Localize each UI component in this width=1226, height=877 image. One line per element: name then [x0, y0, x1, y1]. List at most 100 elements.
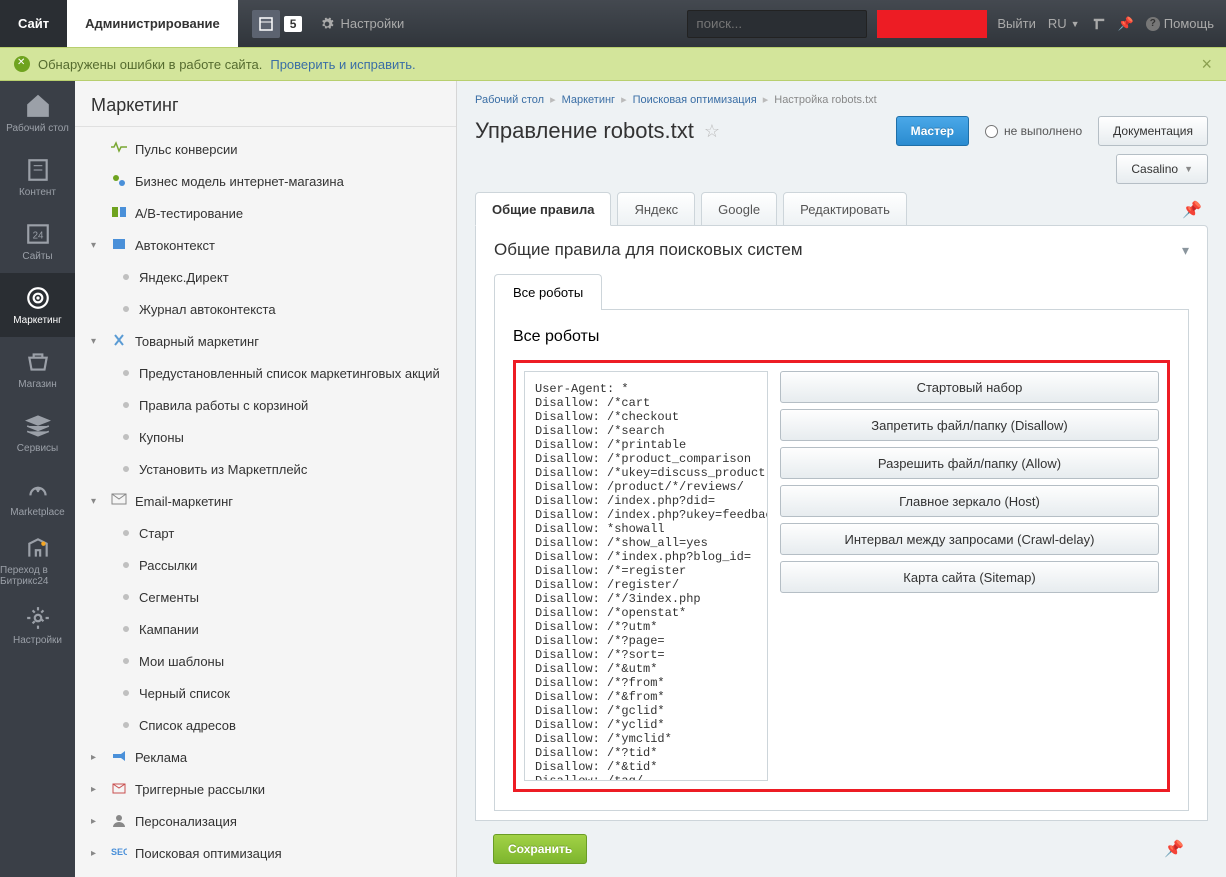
sidebar-tree: Пульс конверсииБизнес модель интернет-ма… [75, 127, 456, 875]
sidebar-item-19[interactable]: ▸Реклама [75, 741, 456, 773]
tab-0[interactable]: Общие правила [475, 192, 611, 226]
sidebar-item-13[interactable]: Рассылки [75, 549, 456, 581]
action-button-stack: Стартовый набор Запретить файл/папку (Dis… [780, 371, 1159, 781]
master-button[interactable]: Мастер [896, 116, 969, 146]
sidebar-item-11[interactable]: ▾Email-маркетинг [75, 485, 456, 517]
star-icon[interactable]: ☆ [704, 121, 720, 142]
breadcrumb-item-3: Настройка robots.txt [774, 94, 876, 106]
sidebar-item-15[interactable]: Кампании [75, 613, 456, 645]
iconbar-item-3[interactable]: Маркетинг [0, 273, 75, 337]
action-btn-4[interactable]: Интервал между запросами (Crawl-delay) [780, 523, 1159, 555]
iconbar-icon [25, 349, 51, 375]
action-btn-1[interactable]: Запретить файл/папку (Disallow) [780, 409, 1159, 441]
page-title: Управление robots.txt [475, 118, 694, 144]
settings-link[interactable]: Настройки [320, 16, 404, 31]
logout-link[interactable]: Выйти [997, 16, 1036, 31]
tab-1[interactable]: Яндекс [617, 192, 695, 226]
sidebar-item-0[interactable]: Пульс конверсии [75, 133, 456, 165]
alert-link[interactable]: Проверить и исправить. [270, 57, 415, 72]
iconbar-icon [25, 157, 51, 183]
documentation-button[interactable]: Документация [1098, 116, 1208, 146]
sidebar-item-20[interactable]: ▸Триггерные рассылки [75, 773, 456, 805]
red-indicator [877, 10, 987, 38]
sidebar-item-21[interactable]: ▸Персонализация [75, 805, 456, 837]
sidebar-item-10[interactable]: Установить из Маркетплейс [75, 453, 456, 485]
tab-2[interactable]: Google [701, 192, 777, 226]
notification-icon[interactable] [252, 10, 280, 38]
bottom-bar: Сохранить 📌 [475, 820, 1208, 877]
action-btn-5[interactable]: Карта сайта (Sitemap) [780, 561, 1159, 593]
highlight-box: Стартовый набор Запретить файл/папку (Dis… [513, 360, 1170, 792]
alert-text: Обнаружены ошибки в работе сайта. [38, 57, 262, 72]
sidebar-item-8[interactable]: Правила работы с корзиной [75, 389, 456, 421]
iconbar-item-2[interactable]: 24Сайты [0, 209, 75, 273]
sidebar-item-18[interactable]: Список адресов [75, 709, 456, 741]
sidebar-item-6[interactable]: ▾Товарный маркетинг [75, 325, 456, 357]
iconbar-icon [25, 93, 51, 119]
status-radio[interactable]: не выполнено [977, 124, 1090, 138]
notification-count: 5 [284, 16, 303, 32]
robots-textarea[interactable] [524, 371, 768, 781]
bookmark-icon[interactable] [1092, 17, 1106, 31]
alert-close[interactable]: × [1201, 54, 1212, 75]
action-btn-0[interactable]: Стартовый набор [780, 371, 1159, 403]
site-tab[interactable]: Сайт [0, 0, 67, 47]
iconbar-item-0[interactable]: Рабочий стол [0, 81, 75, 145]
sidebar-item-12[interactable]: Старт [75, 517, 456, 549]
collapse-icon[interactable]: ▾ [1182, 242, 1189, 259]
save-button[interactable]: Сохранить [493, 834, 587, 864]
section-title: Все роботы [513, 328, 1170, 346]
sidebar-item-4[interactable]: Яндекс.Директ [75, 261, 456, 293]
help-link[interactable]: ? Помощь [1146, 16, 1214, 31]
tree-icon [111, 173, 127, 189]
sidebar-item-9[interactable]: Купоны [75, 421, 456, 453]
pin-icon[interactable]: 📌 [1118, 16, 1134, 32]
sidebar-item-22[interactable]: ▸SEOПоисковая оптимизация [75, 837, 456, 869]
iconbar-icon [25, 477, 51, 503]
tree-icon [111, 205, 127, 221]
tab-row: Общие правилаЯндексGoogleРедактировать 📌 [475, 192, 1208, 226]
gear-icon [320, 17, 334, 31]
sidebar-item-17[interactable]: Черный список [75, 677, 456, 709]
tab-3[interactable]: Редактировать [783, 192, 907, 226]
iconbar-item-4[interactable]: Магазин [0, 337, 75, 401]
tree-icon [111, 333, 127, 349]
lang-selector[interactable]: RU ▼ [1048, 16, 1080, 31]
sidebar-item-3[interactable]: ▾Автоконтекст [75, 229, 456, 261]
tree-icon [111, 141, 127, 157]
breadcrumb-item-2[interactable]: Поисковая оптимизация [633, 94, 757, 106]
iconbar-item-6[interactable]: Marketplace [0, 465, 75, 529]
sidebar-item-7[interactable]: Предустановленный список маркетинговых а… [75, 357, 456, 389]
main-panel: Общие правила для поисковых систем▾ Все … [475, 225, 1208, 826]
svg-text:24: 24 [32, 230, 43, 241]
search-input[interactable] [687, 10, 867, 38]
sidebar-item-1[interactable]: Бизнес модель интернет-магазина [75, 165, 456, 197]
svg-text:SEO: SEO [111, 847, 127, 857]
action-btn-3[interactable]: Главное зеркало (Host) [780, 485, 1159, 517]
site-dropdown[interactable]: Casalino ▼ [1116, 154, 1208, 184]
iconbar-item-7[interactable]: Переход в Битрикс24 [0, 529, 75, 593]
iconbar-item-5[interactable]: Сервисы [0, 401, 75, 465]
iconbar-icon [25, 605, 51, 631]
action-btn-2[interactable]: Разрешить файл/папку (Allow) [780, 447, 1159, 479]
sidebar-item-14[interactable]: Сегменты [75, 581, 456, 613]
alert-icon [14, 56, 30, 72]
inner-tab[interactable]: Все роботы [494, 274, 602, 310]
iconbar-icon [25, 285, 51, 311]
iconbar-icon [25, 535, 51, 561]
sidebar-title: Маркетинг [75, 81, 456, 126]
tree-icon: SEO [111, 845, 127, 861]
tree-icon [111, 813, 127, 829]
sidebar-item-2[interactable]: A/B-тестирование [75, 197, 456, 229]
sidebar-item-16[interactable]: Мои шаблоны [75, 645, 456, 677]
iconbar-item-1[interactable]: Контент [0, 145, 75, 209]
pin-tabs-icon[interactable]: 📌 [1176, 194, 1208, 226]
breadcrumb-item-0[interactable]: Рабочий стол [475, 94, 544, 106]
iconbar-item-8[interactable]: Настройки [0, 593, 75, 657]
sidebar-item-5[interactable]: Журнал автоконтекста [75, 293, 456, 325]
breadcrumb-item-1[interactable]: Маркетинг [562, 94, 615, 106]
pin-bottom-icon[interactable]: 📌 [1158, 833, 1190, 865]
tree-icon [111, 749, 127, 765]
iconbar-icon [25, 413, 51, 439]
admin-tab[interactable]: Администрирование [67, 0, 238, 47]
